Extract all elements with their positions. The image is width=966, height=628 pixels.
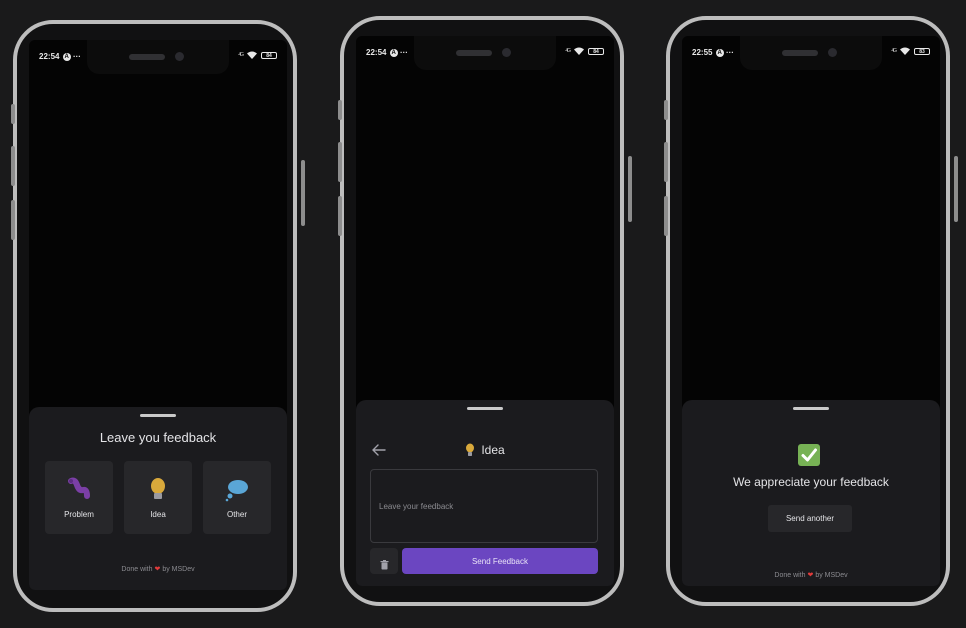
status-time: 22:54 A ··· — [366, 48, 408, 57]
feedback-sheet: Leave you feedback Problem Idea Other Do… — [29, 407, 287, 590]
success-sheet: We appreciate your feedback Send another… — [682, 400, 940, 586]
screen: 22:54 A ··· 4G 84 Idea Leave your feedba… — [356, 36, 614, 586]
feedback-form-sheet: Idea Leave your feedback Send Feedback — [356, 400, 614, 586]
wifi-icon — [247, 51, 257, 59]
network-icon: A — [715, 48, 724, 57]
form-heading-label: Idea — [481, 443, 505, 457]
battery-icon: 84 — [261, 51, 277, 59]
status-time: 22:55 A ··· — [692, 48, 734, 57]
side-button — [338, 100, 342, 120]
side-button — [11, 146, 15, 186]
phone-frame-success: 22:55 A ··· 4G 83 We appreciate your fee… — [664, 16, 958, 606]
lightbulb-icon — [466, 443, 475, 456]
signal-icon: 4G — [238, 52, 244, 58]
side-button — [338, 196, 342, 236]
side-button — [954, 156, 958, 222]
sheet-title: Leave you feedback — [99, 430, 217, 445]
option-idea-button[interactable]: Idea — [124, 461, 192, 534]
status-icons: 4G 84 — [565, 47, 604, 55]
side-button — [301, 160, 305, 226]
side-button — [11, 104, 15, 124]
thought-bubble-icon — [225, 480, 248, 502]
side-button — [664, 196, 668, 236]
option-label: Problem — [64, 510, 94, 519]
check-mark-icon — [798, 444, 820, 466]
side-button — [664, 142, 668, 182]
option-problem-button[interactable]: Problem — [45, 461, 113, 534]
option-label: Idea — [150, 510, 166, 519]
form-heading: Idea — [356, 443, 614, 457]
lightbulb-icon — [151, 478, 165, 499]
screen: 22:55 A ··· 4G 83 We appreciate your fee… — [682, 36, 940, 586]
notch — [740, 36, 882, 70]
screen: 22:54 A ··· 4G 84 Leave you feedback Pro… — [29, 40, 287, 590]
drag-handle[interactable] — [467, 407, 503, 410]
option-label: Other — [226, 510, 247, 519]
signal-icon: 4G — [565, 48, 571, 54]
notch — [414, 36, 556, 70]
wifi-icon — [900, 47, 910, 55]
feedback-textarea[interactable]: Leave your feedback — [370, 469, 598, 543]
credit-footer: Done with ❤ by MSDev — [121, 566, 195, 573]
battery-icon: 84 — [588, 47, 604, 55]
side-button — [628, 156, 632, 222]
network-icon: A — [389, 48, 398, 57]
send-another-button[interactable]: Send another — [768, 505, 852, 532]
drag-handle[interactable] — [793, 407, 829, 410]
screenshot-button[interactable] — [370, 548, 398, 574]
drag-handle[interactable] — [140, 414, 176, 417]
status-time: 22:54 A ··· — [39, 52, 81, 61]
more-icon: ··· — [725, 48, 734, 57]
side-button — [11, 200, 15, 240]
status-icons: 4G 83 — [891, 47, 930, 55]
network-icon: A — [62, 52, 71, 61]
trash-icon — [380, 560, 388, 570]
send-feedback-button[interactable]: Send Feedback — [402, 548, 598, 574]
notch — [87, 40, 229, 74]
more-icon: ··· — [399, 48, 408, 57]
phone-frame-feedback-menu: 22:54 A ··· 4G 84 Leave you feedback Pro… — [11, 20, 305, 612]
wifi-icon — [574, 47, 584, 55]
feedback-type-options: Problem Idea Other — [45, 461, 271, 534]
option-other-button[interactable]: Other — [203, 461, 271, 534]
battery-icon: 83 — [914, 47, 930, 55]
side-button — [338, 142, 342, 182]
thanks-message: We appreciate your feedback — [733, 475, 889, 489]
heart-icon: ❤ — [807, 572, 814, 579]
heart-icon: ❤ — [154, 566, 161, 573]
side-button — [664, 100, 668, 120]
more-icon: ··· — [72, 52, 81, 61]
status-icons: 4G 84 — [238, 51, 277, 59]
signal-icon: 4G — [891, 48, 897, 54]
phone-frame-idea-form: 22:54 A ··· 4G 84 Idea Leave your feedba… — [338, 16, 632, 606]
worm-icon — [68, 477, 90, 499]
credit-footer: Done with ❤ by MSDev — [774, 572, 848, 579]
